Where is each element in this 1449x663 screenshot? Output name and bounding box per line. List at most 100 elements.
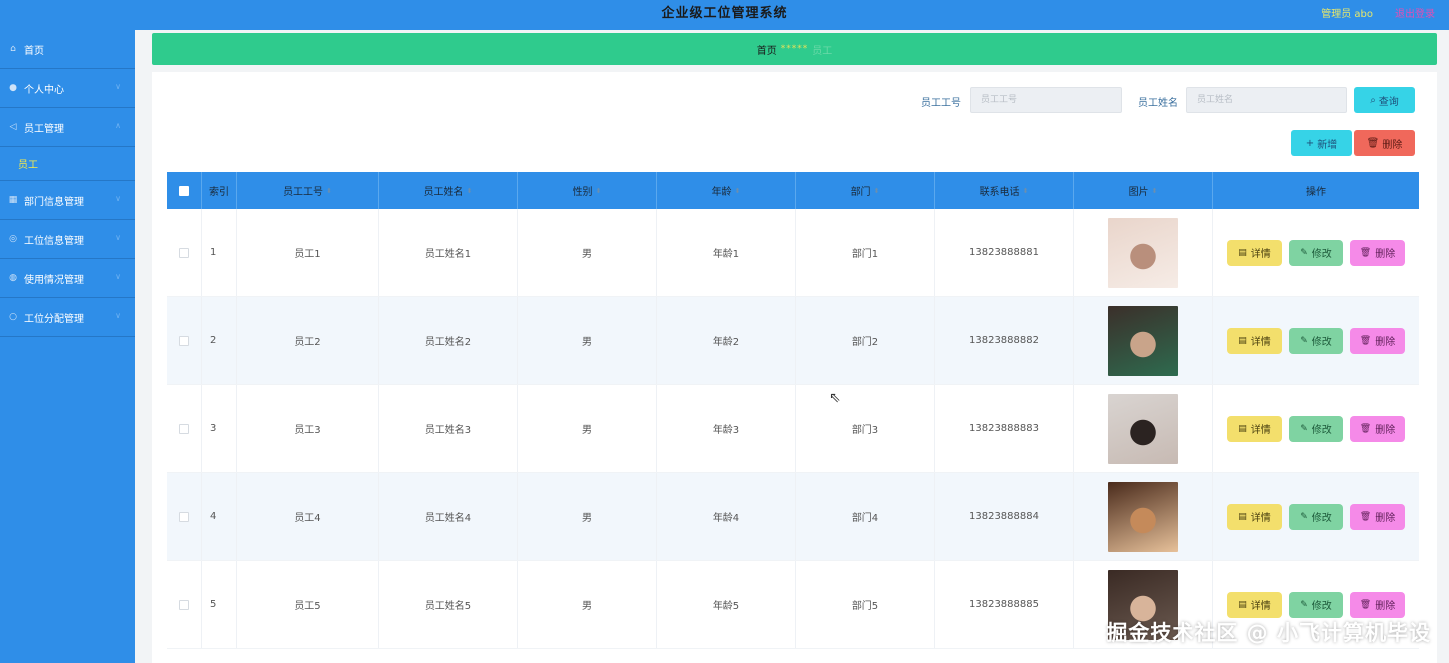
sidebar-item-usage-management[interactable]: ◍ 使用情况管理 ∨ <box>0 259 135 298</box>
cell-employee-no: 员工3 <box>237 385 379 472</box>
batch-delete-button[interactable]: 🗑 删除 <box>1354 130 1415 156</box>
cell-gender: 男 <box>518 385 657 472</box>
employee-photo <box>1108 393 1178 464</box>
edit-button[interactable]: ✎ 修改 <box>1289 327 1343 354</box>
cell-employee-no: 员工4 <box>237 473 379 560</box>
column-header-label: 图片 <box>1128 187 1149 198</box>
row-checkbox[interactable] <box>179 335 189 346</box>
select-all-cell <box>167 172 202 209</box>
detail-button[interactable]: ▤ 详情 <box>1227 591 1282 618</box>
breadcrumb-home[interactable]: 首页 <box>757 42 777 57</box>
sort-icon[interactable]: ⬍ <box>735 187 741 195</box>
sidebar-item-employee-management[interactable]: ◁ 员工管理 ∧ <box>0 108 135 147</box>
delete-button[interactable]: 🗑 删除 <box>1350 591 1405 618</box>
delete-button[interactable]: 🗑 删除 <box>1350 503 1405 530</box>
column-header-label: 员工工号 <box>283 187 324 198</box>
employee-no-label: 员工工号 <box>921 98 961 109</box>
chevron-down-icon: ∨ <box>115 272 121 281</box>
pencil-icon: ✎ <box>1300 247 1308 258</box>
sidebar-item-department-management[interactable]: ▦ 部门信息管理 ∨ <box>0 181 135 220</box>
chart-icon: ◍ <box>9 273 17 283</box>
pencil-icon: ✎ <box>1300 423 1308 434</box>
column-header-index: 索引 <box>202 172 237 209</box>
delete-button[interactable]: 🗑 删除 <box>1350 415 1405 442</box>
row-checkbox[interactable] <box>179 423 189 434</box>
sidebar-item-home[interactable]: ⌂ 首页 <box>0 30 135 69</box>
cell-phone: 13823888882 <box>935 297 1074 384</box>
edit-button-label: 修改 <box>1311 249 1332 260</box>
sort-icon[interactable]: ⬍ <box>1023 187 1029 195</box>
column-header-label: 部门 <box>850 187 871 198</box>
sort-icon[interactable]: ⬍ <box>326 187 332 195</box>
row-checkbox[interactable] <box>179 511 189 522</box>
detail-button-label: 详情 <box>1250 337 1271 348</box>
row-checkbox[interactable] <box>179 599 189 610</box>
add-button[interactable]: + 新增 <box>1291 130 1352 156</box>
employee-photo <box>1108 305 1178 376</box>
cell-photo <box>1074 297 1213 384</box>
sidebar-item-assignment-management[interactable]: ○ 工位分配管理 ∨ <box>0 298 135 337</box>
detail-button[interactable]: ▤ 详情 <box>1227 239 1282 266</box>
edit-button[interactable]: ✎ 修改 <box>1289 591 1343 618</box>
sort-icon[interactable]: ⬍ <box>467 187 473 195</box>
cell-index: 4 <box>202 473 237 560</box>
column-header-gender[interactable]: 性别 ⬍ <box>518 172 657 209</box>
edit-button[interactable]: ✎ 修改 <box>1289 503 1343 530</box>
select-all-checkbox[interactable] <box>179 185 189 196</box>
column-header-label: 员工姓名 <box>423 187 464 198</box>
column-header-photo[interactable]: 图片 ⬍ <box>1074 172 1213 209</box>
column-header-employee-name[interactable]: 员工姓名 ⬍ <box>379 172 518 209</box>
detail-button[interactable]: ▤ 详情 <box>1227 327 1282 354</box>
sidebar: ⌂ 首页 ● 个人中心 ∨ ◁ 员工管理 ∧ 员工 ▦ 部门信息管理 ∨ ◎ 工… <box>0 30 135 663</box>
cell-gender: 男 <box>518 473 657 560</box>
detail-button[interactable]: ▤ 详情 <box>1227 503 1282 530</box>
cell-index: 1 <box>202 209 237 296</box>
pencil-icon: ✎ <box>1300 511 1308 522</box>
delete-button[interactable]: 🗑 删除 <box>1350 327 1405 354</box>
cell-phone: 13823888884 <box>935 473 1074 560</box>
employee-no-input[interactable] <box>970 87 1122 113</box>
cell-phone: 13823888881 <box>935 209 1074 296</box>
employee-name-label: 员工姓名 <box>1138 98 1178 109</box>
row-select-cell <box>167 561 202 648</box>
sidebar-item-label: 员工管理 <box>24 123 64 135</box>
cell-phone: 13823888885 <box>935 561 1074 648</box>
table-row: 2 员工2 员工姓名2 男 年龄2 部门2 13823888882 ▤ 详情 ✎ 修… <box>167 297 1419 385</box>
sort-icon[interactable]: ⬍ <box>1152 187 1158 195</box>
row-checkbox[interactable] <box>179 247 189 258</box>
cell-employee-name: 员工姓名1 <box>379 209 518 296</box>
detail-button[interactable]: ▤ 详情 <box>1227 415 1282 442</box>
cell-actions: ▤ 详情 ✎ 修改 🗑 删除 <box>1213 209 1419 296</box>
column-header-employee-no[interactable]: 员工工号 ⬍ <box>237 172 379 209</box>
breadcrumb: 首页 ***** 员工 <box>152 33 1437 65</box>
query-button-label: 查询 <box>1378 96 1399 108</box>
sort-icon[interactable]: ⬍ <box>596 187 602 195</box>
column-header-age[interactable]: 年龄 ⬍ <box>657 172 796 209</box>
sort-icon[interactable]: ⬍ <box>874 187 880 195</box>
edit-button-label: 修改 <box>1311 513 1332 524</box>
batch-delete-button-label: 删除 <box>1382 139 1403 151</box>
logout-link[interactable]: 退出登录 <box>1395 5 1435 20</box>
cell-gender: 男 <box>518 561 657 648</box>
watermark: 掘金技术社区 @ 小飞计算机毕设 <box>1106 621 1431 645</box>
edit-button-label: 修改 <box>1311 425 1332 436</box>
table-header: 索引 员工工号 ⬍ 员工姓名 ⬍ 性别 ⬍ 年龄 ⬍ 部门 ⬍ 联系电话 ⬍ 图片 ⬍ 操作 <box>167 172 1419 209</box>
sidebar-item-personal-center[interactable]: ● 个人中心 ∨ <box>0 69 135 108</box>
employee-name-input[interactable] <box>1186 87 1347 113</box>
document-icon: ▤ <box>1238 423 1247 434</box>
cell-photo <box>1074 473 1213 560</box>
edit-button[interactable]: ✎ 修改 <box>1289 415 1343 442</box>
cell-actions: ▤ 详情 ✎ 修改 🗑 删除 <box>1213 385 1419 472</box>
query-button[interactable]: ⌕ 查询 <box>1354 87 1415 113</box>
edit-button[interactable]: ✎ 修改 <box>1289 239 1343 266</box>
cell-employee-no: 员工2 <box>237 297 379 384</box>
column-header-phone[interactable]: 联系电话 ⬍ <box>935 172 1074 209</box>
column-header-label: 联系电话 <box>979 187 1020 198</box>
sidebar-item-workstation-management[interactable]: ◎ 工位信息管理 ∨ <box>0 220 135 259</box>
sidebar-item-label: 使用情况管理 <box>24 274 84 286</box>
delete-button[interactable]: 🗑 删除 <box>1350 239 1405 266</box>
sidebar-subitem-employee[interactable]: 员工 <box>0 147 135 181</box>
column-header-department[interactable]: 部门 ⬍ <box>796 172 935 209</box>
document-icon: ▤ <box>1238 247 1247 258</box>
building-icon: ▦ <box>8 195 18 205</box>
